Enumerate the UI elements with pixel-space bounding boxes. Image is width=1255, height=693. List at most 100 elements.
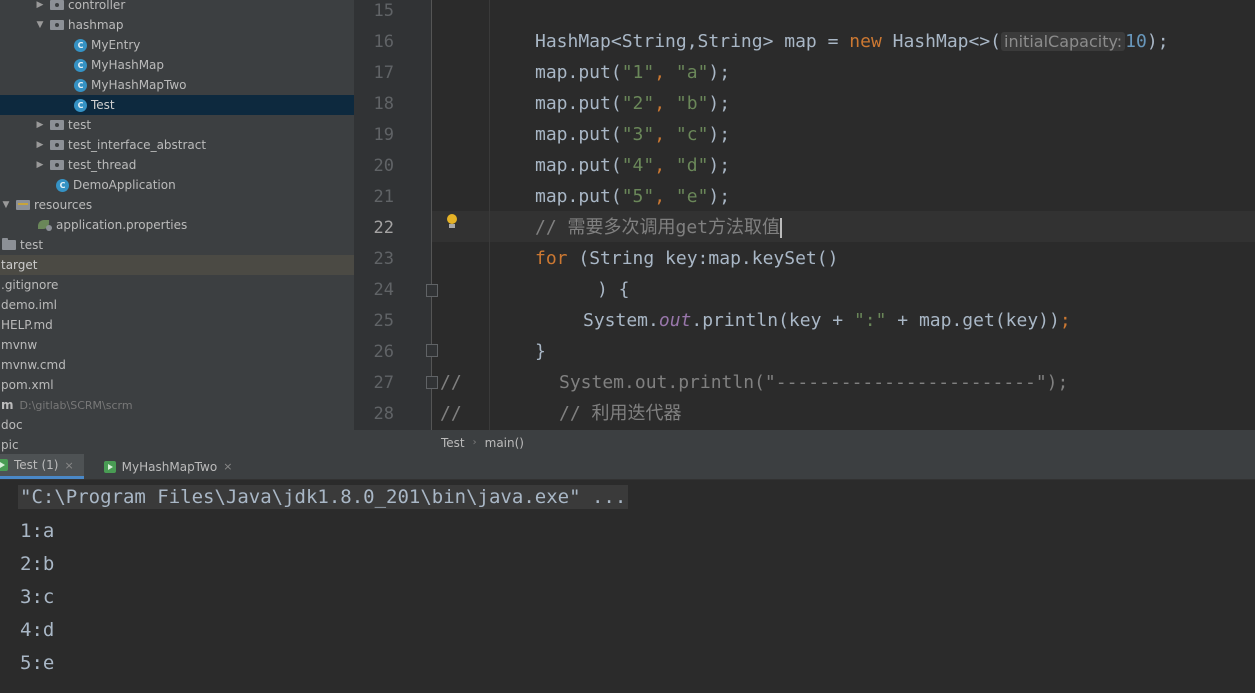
package-icon — [50, 120, 64, 130]
line-number: 24 — [373, 280, 394, 300]
code-line-22[interactable]: // 需要多次调用get方法取值 — [535, 217, 783, 248]
string-token: "b" — [675, 93, 709, 114]
tree-item-myhashmaptwo[interactable]: C MyHashMapTwo — [0, 75, 354, 95]
indent-guide — [489, 0, 490, 430]
code-line-18[interactable]: map.put("2", "b"); — [535, 93, 730, 124]
breadcrumb-class[interactable]: Test — [441, 436, 465, 450]
tree-item-doc[interactable]: doc — [0, 415, 354, 435]
tree-item-gitignore[interactable]: .gitignore — [0, 275, 354, 295]
expand-arrow-icon[interactable]: ▶ — [34, 160, 46, 170]
code-line-24[interactable]: ) { — [597, 279, 630, 310]
tree-item-test-folder[interactable]: test — [0, 235, 354, 255]
collapse-arrow-icon[interactable]: ▼ — [0, 200, 12, 210]
tree-item-mvnw[interactable]: mvnw — [0, 335, 354, 355]
code-line-21[interactable]: map.put("5", "e"); — [535, 186, 730, 217]
tree-item-pom-xml[interactable]: pom.xml — [0, 375, 354, 395]
code-editor[interactable]: 15 16 17 18 19 20 21 22 23 24 25 26 27 2… — [354, 0, 1255, 430]
folder-icon — [2, 238, 16, 250]
tree-item-module-root[interactable]: m D:\gitlab\SCRM\scrm — [0, 395, 354, 415]
code-line-23[interactable]: for (String key:map.keySet() — [535, 248, 838, 279]
string-token: "2" — [621, 93, 655, 114]
tree-item-myentry[interactable]: C MyEntry — [0, 35, 354, 55]
code-line-25[interactable]: System.out.println(key + ":" + map.get(k… — [583, 310, 1071, 341]
number-token: 10 — [1125, 31, 1147, 52]
tree-item-resources[interactable]: ▼ resources — [0, 195, 354, 215]
tree-item-pic[interactable]: pic — [0, 435, 354, 455]
code-line-28-body[interactable]: // 利用迭代器 — [559, 403, 682, 430]
keyword-token: new — [849, 31, 882, 52]
breadcrumb-method[interactable]: main() — [485, 436, 524, 450]
tree-item-label: MyHashMapTwo — [91, 78, 187, 92]
tree-item-test-selected[interactable]: C Test — [0, 95, 354, 115]
tree-item-label: pom.xml — [1, 378, 54, 392]
string-token: ":" — [853, 310, 887, 331]
project-tree: ▶ controller ▼ hashmap C MyEntry C MyHas… — [0, 0, 354, 455]
code-text: ); — [708, 62, 731, 83]
code-text: (String key:map.keySet() — [567, 248, 839, 269]
keyword-token: for — [535, 248, 568, 269]
comma-token: , — [654, 62, 676, 83]
run-console[interactable]: "C:\Program Files\Java\jdk1.8.0_201\bin\… — [0, 480, 1255, 693]
console-output-line: 1:a — [20, 520, 55, 542]
close-icon[interactable]: × — [64, 459, 73, 472]
expand-arrow-icon[interactable]: ▶ — [34, 0, 46, 10]
tree-item-target[interactable]: target — [0, 255, 354, 275]
line-number: 19 — [373, 125, 394, 145]
console-command-line: "C:\Program Files\Java\jdk1.8.0_201\bin\… — [18, 485, 629, 509]
code-text: map.put( — [535, 93, 622, 114]
run-config-icon — [0, 459, 8, 471]
code-line-17[interactable]: map.put("1", "a"); — [535, 62, 730, 93]
tree-item-label: test_interface_abstract — [68, 138, 207, 152]
fold-marker-icon[interactable] — [426, 376, 438, 389]
package-icon — [50, 140, 64, 150]
close-icon[interactable]: × — [223, 460, 232, 473]
string-token: "4" — [621, 155, 655, 176]
tree-item-test-package[interactable]: ▶ test — [0, 115, 354, 135]
fold-gutter-line — [431, 0, 432, 430]
static-field-token: out — [658, 310, 692, 331]
comma-token: , — [654, 155, 676, 176]
tree-item-label: MyEntry — [91, 38, 141, 52]
tree-item-help-md[interactable]: HELP.md — [0, 315, 354, 335]
tab-test-run[interactable]: Test (1) × — [0, 454, 84, 479]
tree-item-hashmap[interactable]: ▼ hashmap — [0, 15, 354, 35]
tree-item-test-thread[interactable]: ▶ test_thread — [0, 155, 354, 175]
tree-item-myhashmap[interactable]: C MyHashMap — [0, 55, 354, 75]
code-text: map.put( — [535, 124, 622, 145]
code-line-19[interactable]: map.put("3", "c"); — [535, 124, 730, 155]
runnable-class-icon: C — [74, 58, 87, 72]
tree-item-demo-iml[interactable]: demo.iml — [0, 295, 354, 315]
tab-label: Test (1) — [14, 458, 59, 472]
lightbulb-icon[interactable] — [446, 214, 458, 230]
tree-item-application-properties[interactable]: application.properties — [0, 215, 354, 235]
expand-arrow-icon[interactable]: ▶ — [34, 120, 46, 130]
tab-myhashmaptwo-run[interactable]: MyHashMapTwo × — [98, 454, 243, 479]
text-caret — [780, 218, 783, 238]
code-line-28[interactable]: // — [440, 403, 462, 430]
collapse-arrow-icon[interactable]: ▼ — [34, 20, 46, 30]
line-number-active: 22 — [373, 218, 394, 238]
package-icon — [50, 20, 64, 30]
expand-arrow-icon[interactable]: ▶ — [34, 140, 46, 150]
string-token: "a" — [675, 62, 709, 83]
code-line-26[interactable]: } — [535, 341, 546, 372]
tree-item-controller[interactable]: ▶ controller — [0, 0, 354, 15]
tree-item-label: demo.iml — [1, 298, 57, 312]
code-text: HashMap<>( — [881, 31, 1002, 52]
code-line-20[interactable]: map.put("4", "d"); — [535, 155, 730, 186]
code-line-27-body[interactable]: System.out.println("--------------------… — [559, 372, 1068, 403]
spring-boot-class-icon: C — [56, 178, 69, 192]
fold-marker-icon[interactable] — [426, 344, 438, 357]
code-line-27[interactable]: // — [440, 372, 462, 403]
tree-item-test-interface-abstract[interactable]: ▶ test_interface_abstract — [0, 135, 354, 155]
line-number: 28 — [373, 404, 394, 424]
code-line-16[interactable]: HashMap<String,String> map = new HashMap… — [535, 31, 1169, 62]
fold-marker-icon[interactable] — [426, 284, 438, 297]
parameter-hint: initialCapacity: — [1001, 32, 1126, 51]
line-number: 15 — [373, 1, 394, 21]
resources-folder-icon — [16, 200, 30, 210]
tree-item-demoapplication[interactable]: C DemoApplication — [0, 175, 354, 195]
tree-item-label: resources — [34, 198, 93, 212]
tree-item-mvnw-cmd[interactable]: mvnw.cmd — [0, 355, 354, 375]
comment-token: // 利用迭代器 — [559, 403, 682, 424]
